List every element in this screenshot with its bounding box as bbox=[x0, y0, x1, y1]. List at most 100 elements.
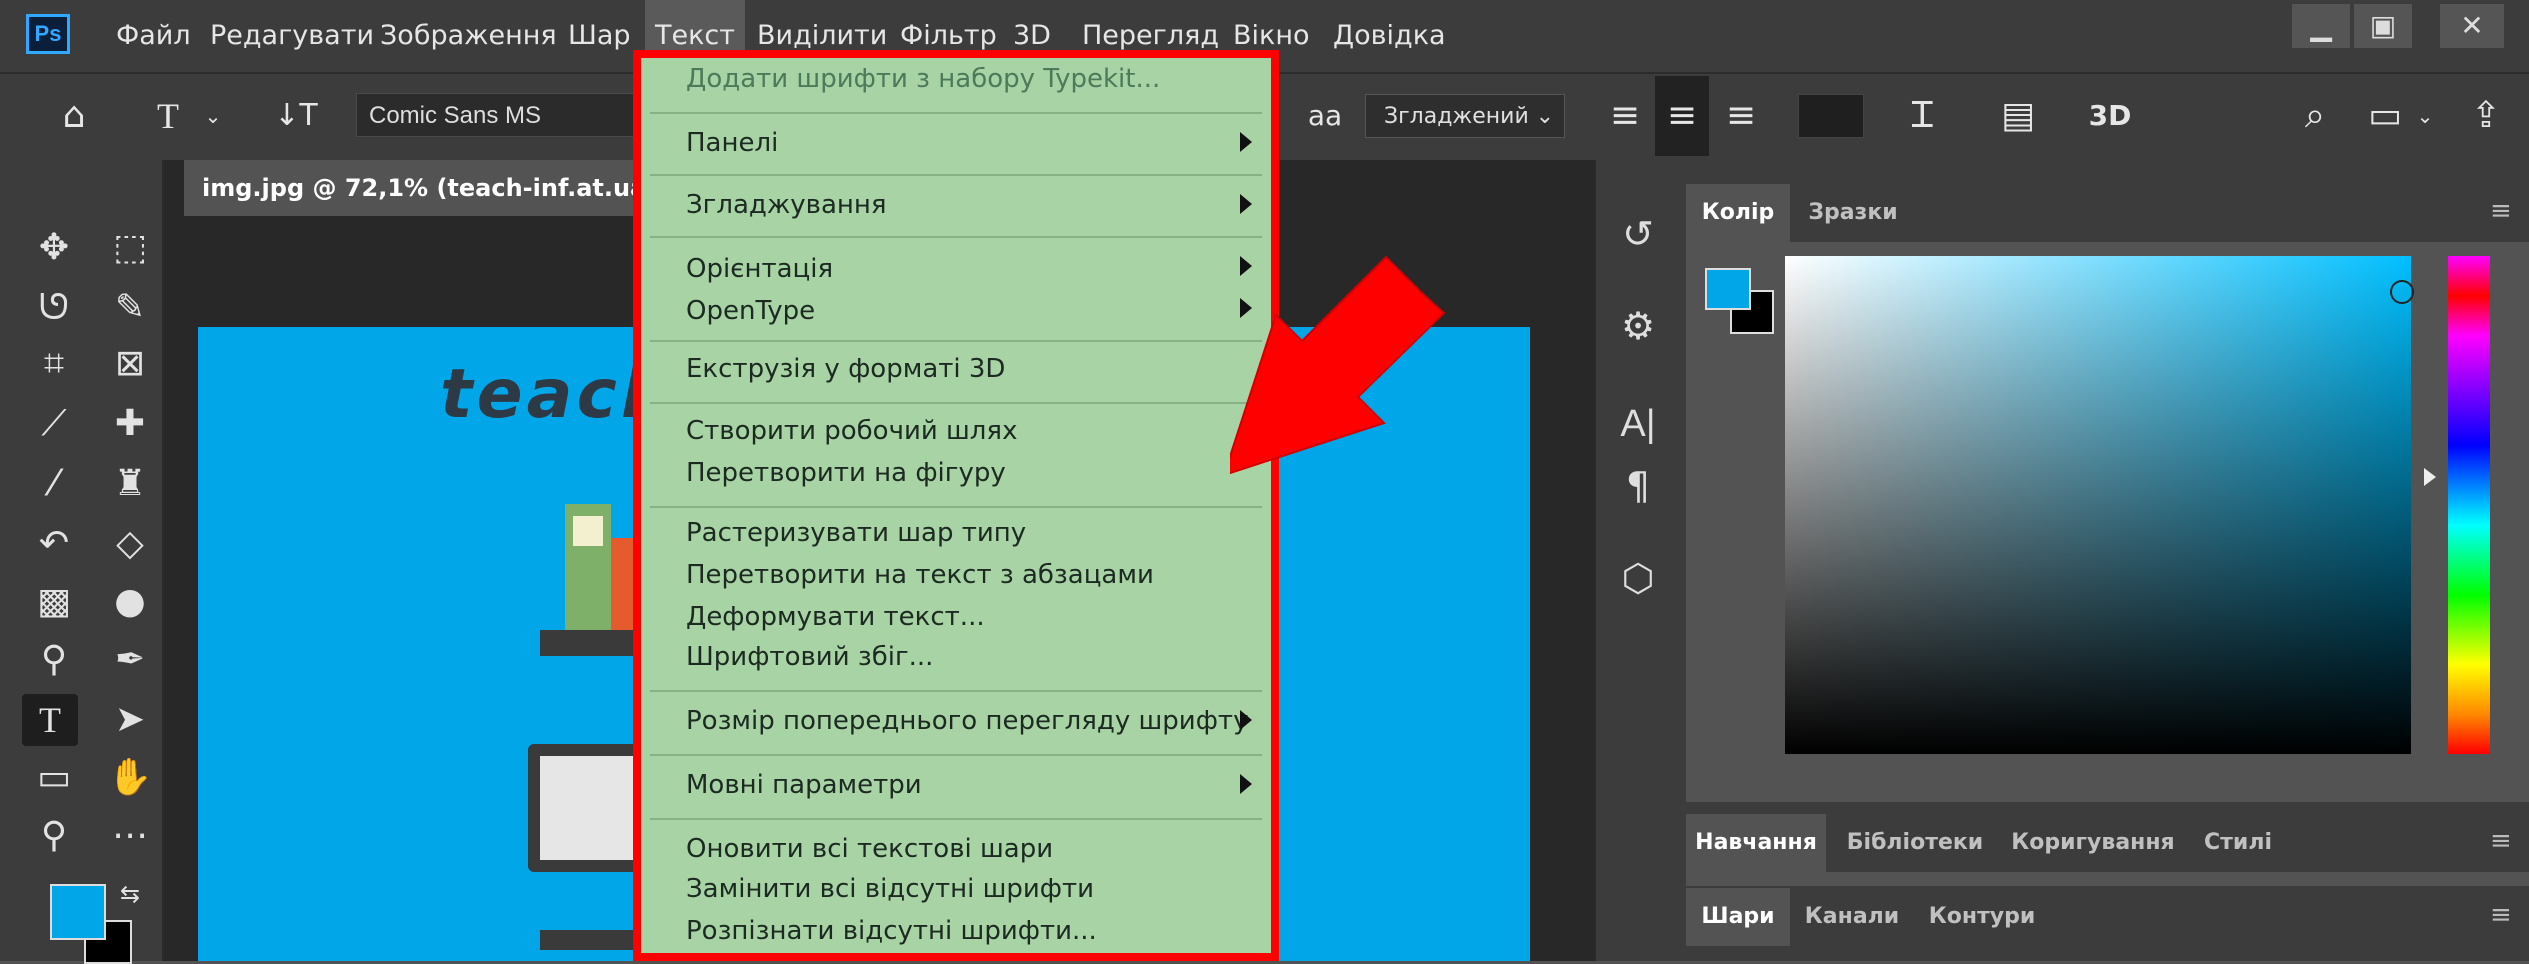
align-center-icon[interactable]: ≡ bbox=[1655, 76, 1709, 156]
menu-item-match-font[interactable]: Шрифтовий збіг... bbox=[686, 642, 933, 672]
panel-menu-icon[interactable]: ≡ bbox=[2490, 196, 2512, 226]
document-tab[interactable]: img.jpg @ 72,1% (teach-inf.at.ua, R bbox=[184, 160, 694, 216]
menu-item-convert-to-shape[interactable]: Перетворити на фігуру bbox=[686, 458, 1006, 488]
tab-layers[interactable]: Шари bbox=[1686, 888, 1790, 946]
move-tool-icon[interactable]: ✥ bbox=[26, 222, 82, 274]
desk-illustration bbox=[540, 930, 640, 950]
chevron-down-icon[interactable]: ⌄ bbox=[2412, 72, 2438, 160]
panel-menu-icon[interactable]: ≡ bbox=[2490, 826, 2512, 856]
character-panel-icon[interactable]: ▤ bbox=[1990, 72, 2046, 160]
text-orientation-icon[interactable]: ↓T bbox=[268, 72, 324, 160]
stamp-tool-icon[interactable]: ♜ bbox=[102, 458, 158, 510]
tab-swatches[interactable]: Зразки bbox=[1798, 184, 1908, 242]
lasso-tool-icon[interactable]: ᘎ bbox=[26, 282, 82, 334]
menu-separator bbox=[650, 506, 1262, 508]
type-tool-preset-icon[interactable]: T bbox=[140, 72, 196, 160]
tab-paths[interactable]: Контури bbox=[1920, 888, 2044, 946]
maximize-icon[interactable]: ▣ bbox=[2354, 4, 2412, 48]
menu-help[interactable]: Довідка bbox=[1333, 0, 1446, 72]
font-family-select[interactable]: Comic Sans MS bbox=[356, 93, 646, 137]
color-picker-cursor[interactable] bbox=[2390, 280, 2414, 304]
3d-panel-icon[interactable]: ⬡ bbox=[1598, 550, 1678, 606]
menu-separator bbox=[650, 236, 1262, 238]
close-icon[interactable]: ✕ bbox=[2440, 4, 2504, 48]
warp-text-icon[interactable]: Ꮖ bbox=[1895, 72, 1951, 160]
history-brush-icon[interactable]: ↶ bbox=[26, 518, 82, 570]
menu-file[interactable]: Файл bbox=[116, 0, 191, 72]
book-illustration bbox=[611, 538, 641, 632]
menu-edit[interactable]: Редагувати bbox=[210, 0, 374, 72]
zoom-tool-icon[interactable]: ⚲ bbox=[26, 810, 82, 862]
properties-panel-icon[interactable]: ⚙ bbox=[1598, 298, 1678, 354]
menu-item-panels[interactable]: Панелі bbox=[686, 128, 778, 158]
healing-brush-icon[interactable]: ✚ bbox=[102, 398, 158, 450]
menu-item-anti-aliasing[interactable]: Згладжування bbox=[686, 190, 887, 220]
brush-tool-icon[interactable]: ⁄ bbox=[26, 458, 82, 510]
folder-label bbox=[573, 516, 603, 546]
more-tools-icon[interactable]: ⋯ bbox=[102, 810, 158, 862]
paragraph-panel-icon[interactable]: ¶ bbox=[1598, 458, 1678, 514]
search-icon[interactable]: ⌕ bbox=[2290, 72, 2340, 160]
frame-tool-icon[interactable]: ⊠ bbox=[102, 338, 158, 390]
antialias-select[interactable]: Згладжений ⌄ bbox=[1365, 94, 1565, 138]
menu-item-create-work-path[interactable]: Створити робочий шлях bbox=[686, 416, 1017, 446]
dodge-tool-icon[interactable]: ⚲ bbox=[26, 634, 82, 686]
tab-channels[interactable]: Канали bbox=[1800, 888, 1904, 946]
menu-item-resolve-missing-fonts[interactable]: Розпізнати відсутні шрифти... bbox=[686, 916, 1097, 946]
menu-item-font-preview-size[interactable]: Розмір попереднього перегляду шрифту bbox=[686, 706, 1248, 736]
tab-learn[interactable]: Навчання bbox=[1686, 814, 1826, 872]
path-select-tool-icon[interactable]: ➤ bbox=[102, 694, 158, 746]
marquee-tool-icon[interactable]: ⬚ bbox=[102, 222, 158, 274]
hue-slider[interactable] bbox=[2448, 256, 2490, 754]
submenu-arrow-icon bbox=[1240, 774, 1252, 794]
minimize-icon[interactable]: ▁ bbox=[2292, 4, 2350, 48]
tab-styles[interactable]: Стилі bbox=[2188, 814, 2288, 872]
pen-tool-icon[interactable]: ✒ bbox=[102, 634, 158, 686]
align-left-icon[interactable]: ≡ bbox=[1600, 72, 1650, 160]
menu-item-update-all-text-layers[interactable]: Оновити всі текстові шари bbox=[686, 834, 1053, 864]
gradient-tool-icon[interactable]: ▩ bbox=[26, 576, 82, 628]
eraser-tool-icon[interactable]: ◇ bbox=[102, 518, 158, 570]
menu-item-language-options[interactable]: Мовні параметри bbox=[686, 770, 922, 800]
rectangle-tool-icon[interactable]: ▭ bbox=[26, 752, 82, 804]
share-icon[interactable]: ⇪ bbox=[2458, 72, 2514, 160]
menu-separator bbox=[650, 818, 1262, 820]
history-panel-icon[interactable]: ↺ bbox=[1598, 206, 1678, 262]
menu-item-orientation[interactable]: Орієнтація bbox=[686, 254, 833, 284]
text-color-swatch[interactable] bbox=[1798, 94, 1864, 138]
menu-item-warp-text[interactable]: Деформувати текст... bbox=[686, 602, 985, 632]
menu-image[interactable]: Зображення bbox=[380, 0, 557, 72]
tab-libraries[interactable]: Бібліотеки bbox=[1840, 814, 1990, 872]
eyedropper-tool-icon[interactable]: ⟋ bbox=[26, 398, 82, 450]
quick-select-tool-icon[interactable]: ✎ bbox=[102, 282, 158, 334]
menu-item-opentype[interactable]: OpenType bbox=[686, 296, 815, 326]
workspace-icon[interactable]: ▭ bbox=[2360, 72, 2410, 160]
crop-tool-icon[interactable]: ⌗ bbox=[26, 338, 82, 390]
color-spectrum-picker[interactable] bbox=[1785, 256, 2411, 754]
blur-tool-icon[interactable]: ● bbox=[102, 576, 158, 628]
menu-layer[interactable]: Шар bbox=[568, 0, 631, 72]
home-icon[interactable]: ⌂ bbox=[46, 72, 102, 160]
menu-item-add-typekit-fonts: Додати шрифти з набору Typekit... bbox=[686, 64, 1161, 94]
tab-adjustments[interactable]: Коригування bbox=[2008, 814, 2178, 872]
hue-slider-handle[interactable] bbox=[2424, 468, 2436, 486]
menu-item-rasterize-type-layer[interactable]: Растеризувати шар типу bbox=[686, 518, 1026, 548]
menu-item-3d-extrusion[interactable]: Екструзія у форматі 3D bbox=[686, 354, 1005, 384]
align-right-icon[interactable]: ≡ bbox=[1716, 72, 1766, 160]
hand-tool-icon[interactable]: ✋ bbox=[102, 752, 158, 804]
type-tool-icon[interactable]: T bbox=[22, 694, 78, 746]
panel-menu-icon[interactable]: ≡ bbox=[2490, 900, 2512, 930]
foreground-color-swatch[interactable] bbox=[50, 884, 106, 940]
menu-item-convert-to-paragraph-text[interactable]: Перетворити на текст з абзацами bbox=[686, 560, 1154, 590]
tab-color[interactable]: Колір bbox=[1686, 184, 1790, 242]
menu-separator bbox=[650, 174, 1262, 176]
chevron-down-icon[interactable]: ⌄ bbox=[200, 72, 226, 160]
swap-colors-icon[interactable]: ⇆ bbox=[112, 876, 148, 912]
menu-item-replace-missing-fonts[interactable]: Замінити всі відсутні шрифти bbox=[686, 874, 1094, 904]
submenu-arrow-icon bbox=[1240, 132, 1252, 152]
panel-foreground-swatch[interactable] bbox=[1705, 268, 1751, 310]
menu-separator bbox=[650, 340, 1262, 342]
chevron-down-icon: ⌄ bbox=[1535, 104, 1554, 129]
3d-icon[interactable]: 3D bbox=[2080, 72, 2140, 160]
character-panel-icon[interactable]: A| bbox=[1598, 396, 1678, 452]
